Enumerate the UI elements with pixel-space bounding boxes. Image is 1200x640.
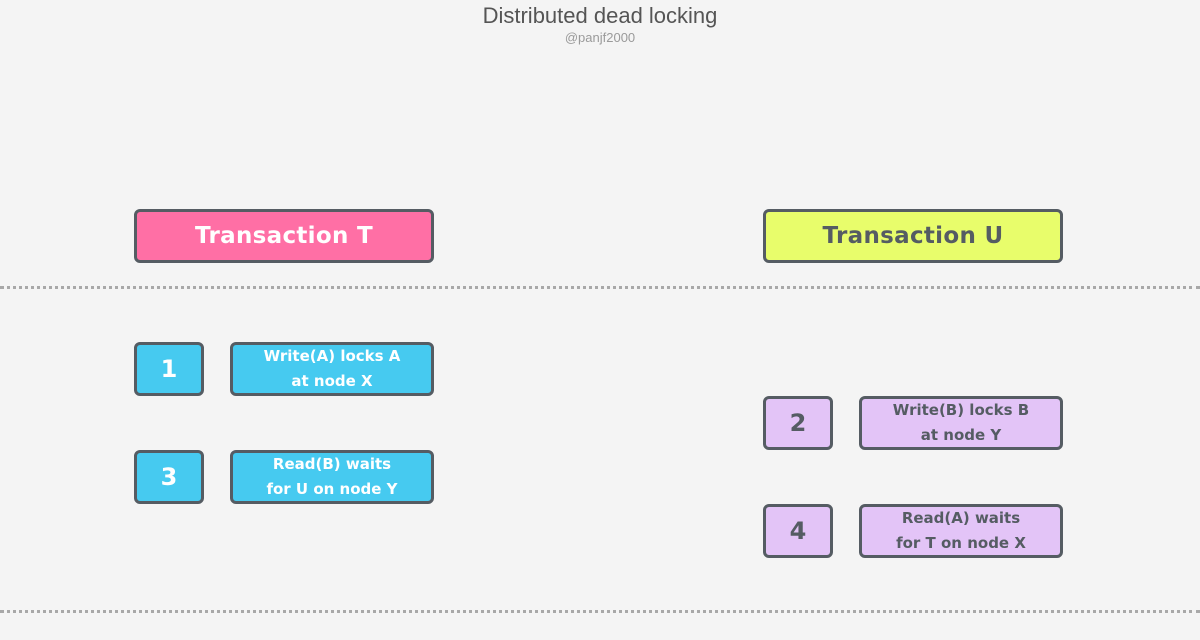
step-1-number-label: 1	[160, 355, 178, 383]
step-3-description: Read(B) waits for U on node Y	[230, 450, 434, 504]
step-2-description: Write(B) locks B at node Y	[859, 396, 1063, 450]
author-credit: @panjf2000	[564, 30, 636, 45]
page-title: Distributed dead locking	[482, 3, 718, 28]
step-4-text-line1: Read(A) waits	[901, 509, 1021, 527]
bottom-divider	[0, 610, 1200, 613]
step-1-number: 1	[134, 342, 204, 396]
step-2-text-line2: at node Y	[920, 426, 1002, 444]
step-4-text-line2: for T on node X	[896, 534, 1026, 552]
step-3-number: 3	[134, 450, 204, 504]
step-1-description: Write(A) locks A at node X	[230, 342, 434, 396]
transaction-u-label: Transaction U	[822, 223, 1004, 249]
step-2-number-label: 2	[789, 409, 807, 437]
step-1-text-line2: at node X	[291, 372, 373, 390]
transaction-t-header: Transaction T	[134, 209, 434, 263]
step-4-number: 4	[763, 504, 833, 558]
transaction-u-header: Transaction U	[763, 209, 1063, 263]
transaction-t-label: Transaction T	[195, 223, 373, 249]
step-3-text-line1: Read(B) waits	[272, 455, 392, 473]
step-4-number-label: 4	[789, 517, 807, 545]
step-1-text-line1: Write(A) locks A	[263, 347, 401, 365]
step-3-text-line2: for U on node Y	[266, 480, 398, 498]
step-4-description: Read(A) waits for T on node X	[859, 504, 1063, 558]
step-2-number: 2	[763, 396, 833, 450]
step-3-number-label: 3	[160, 463, 178, 491]
step-2-text-line1: Write(B) locks B	[892, 401, 1030, 419]
top-divider	[0, 286, 1200, 289]
